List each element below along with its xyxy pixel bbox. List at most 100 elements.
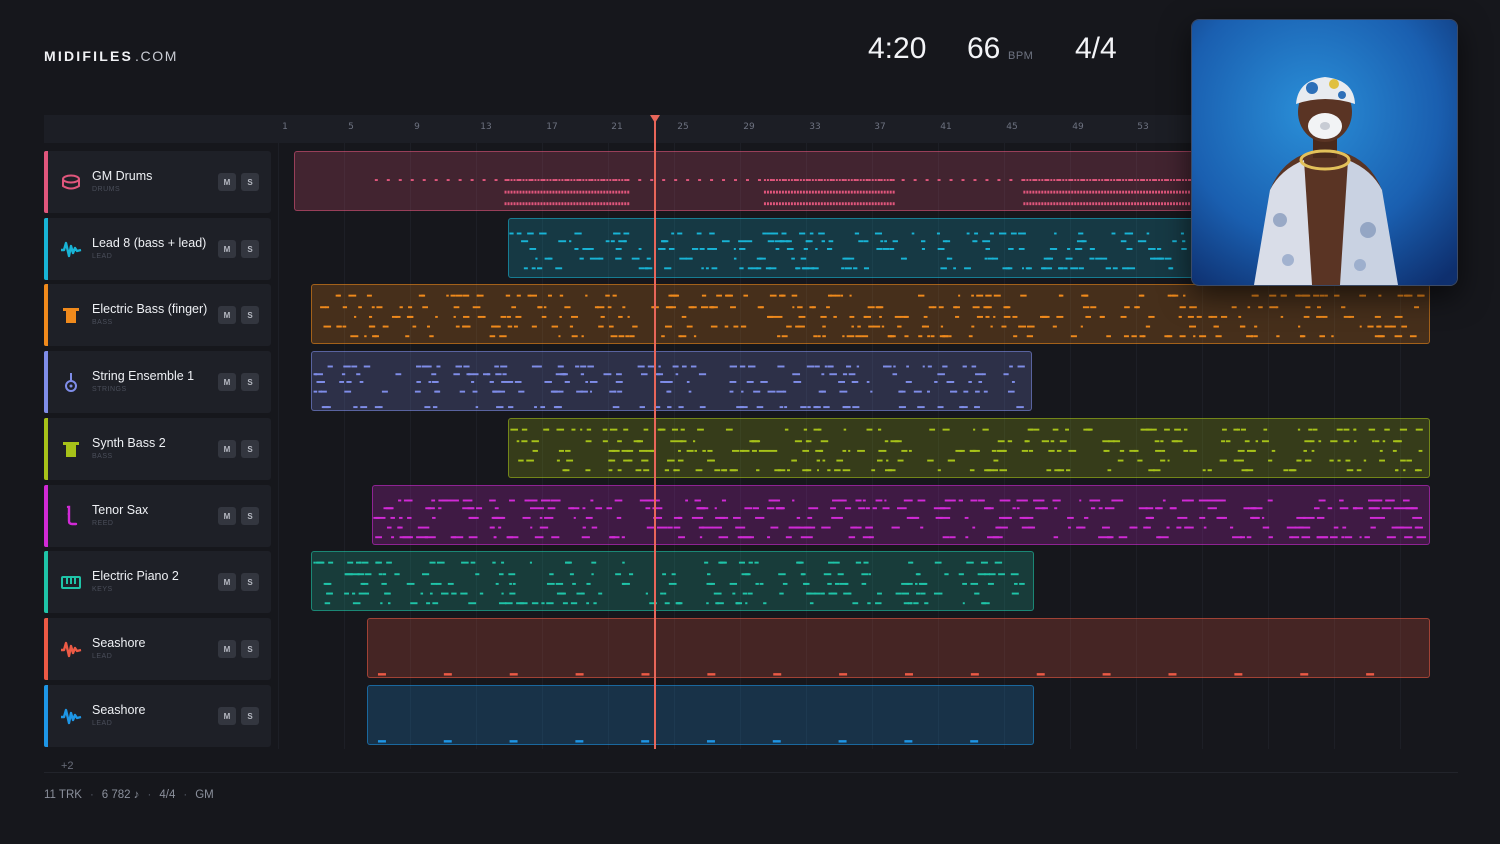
midi-clip[interactable]: [294, 151, 1194, 211]
brand-secondary: .COM: [135, 48, 178, 64]
track-category: STRINGS: [92, 386, 127, 393]
ruler-tick-label: 9: [414, 122, 420, 132]
mute-button[interactable]: M: [218, 507, 236, 525]
track-name: String Ensemble 1: [92, 369, 195, 383]
ruler-tick-label: 37: [874, 122, 886, 132]
brand-logo: MIDIFILES .COM: [44, 48, 178, 64]
track-name: Electric Piano 2: [92, 569, 179, 583]
solo-button[interactable]: S: [241, 306, 259, 324]
waveform-icon: [60, 638, 82, 660]
bass-icon: [60, 304, 82, 326]
separator: ·: [89, 789, 94, 801]
ruler-tick-label: 45: [1006, 122, 1018, 132]
mute-button[interactable]: M: [218, 240, 236, 258]
track-name: Electric Bass (finger): [92, 302, 208, 316]
track-header[interactable]: GM Drums DRUMS M S: [44, 151, 271, 213]
strings-icon: [60, 371, 82, 393]
ruler-tick-label: 33: [809, 122, 821, 132]
mute-button[interactable]: M: [218, 707, 236, 725]
drum-icon: [60, 171, 82, 193]
track-color-bar: [44, 284, 48, 346]
track-color-bar: [44, 218, 48, 280]
track-name: Synth Bass 2: [92, 436, 166, 450]
brand-primary: MIDIFILES: [44, 48, 134, 64]
ruler-tick-label: 17: [546, 122, 558, 132]
solo-button[interactable]: S: [241, 573, 259, 591]
note-count: 6 782 ♪: [101, 789, 140, 801]
ruler-tick-label: 49: [1072, 122, 1084, 132]
divider: [44, 772, 1458, 773]
playhead[interactable]: [654, 120, 656, 749]
ruler-tick-label: 53: [1137, 122, 1149, 132]
track-category: BASS: [92, 453, 113, 460]
solo-button[interactable]: S: [241, 173, 259, 191]
footer-time-signature: 4/4: [159, 789, 176, 801]
track-color-bar: [44, 351, 48, 413]
solo-button[interactable]: S: [241, 507, 259, 525]
separator: ·: [183, 789, 188, 801]
album-cover-art: [1191, 19, 1458, 286]
track-category: LEAD: [92, 253, 113, 260]
solo-button[interactable]: S: [241, 707, 259, 725]
duration-readout: 4:20: [868, 32, 927, 65]
ruler-tick-label: 21: [611, 122, 623, 132]
midi-clip[interactable]: [311, 551, 1034, 611]
track-category: LEAD: [92, 720, 113, 727]
track-category: KEYS: [92, 586, 113, 593]
solo-button[interactable]: S: [241, 240, 259, 258]
track-color-bar: [44, 485, 48, 547]
mute-button[interactable]: M: [218, 440, 236, 458]
track-category: BASS: [92, 319, 113, 326]
separator: ·: [147, 789, 152, 801]
ruler-tick-label: 5: [348, 122, 354, 132]
mute-button[interactable]: M: [218, 173, 236, 191]
mute-button[interactable]: M: [218, 640, 236, 658]
more-tracks-indicator[interactable]: +2: [61, 760, 74, 772]
track-category: LEAD: [92, 653, 113, 660]
track-category: REED: [92, 520, 114, 527]
tempo-readout: 66: [967, 32, 1001, 65]
mute-button[interactable]: M: [218, 373, 236, 391]
midi-clip[interactable]: [508, 418, 1430, 478]
grid-line: [278, 143, 279, 749]
track-header[interactable]: Electric Bass (finger) BASS M S: [44, 284, 271, 346]
keyboard-icon: [60, 571, 82, 593]
midi-clip[interactable]: [367, 618, 1430, 678]
track-header[interactable]: Lead 8 (bass + lead) LEAD M S: [44, 218, 271, 280]
mute-button[interactable]: M: [218, 573, 236, 591]
track-name: Tenor Sax: [92, 503, 149, 517]
mute-button[interactable]: M: [218, 306, 236, 324]
midi-clip[interactable]: [508, 218, 1194, 278]
ruler-tick-label: 29: [743, 122, 755, 132]
track-name: Lead 8 (bass + lead): [92, 236, 207, 250]
waveform-icon: [60, 238, 82, 260]
track-name: Seashore: [92, 703, 146, 717]
sax-icon: [60, 505, 82, 527]
ruler-tick-label: 13: [480, 122, 492, 132]
track-color-bar: [44, 151, 48, 213]
midi-clip[interactable]: [367, 685, 1034, 745]
track-color-bar: [44, 685, 48, 747]
track-header[interactable]: Synth Bass 2 BASS M S: [44, 418, 271, 480]
track-header[interactable]: Electric Piano 2 KEYS M S: [44, 551, 271, 613]
bass-icon: [60, 438, 82, 460]
grid-line: [344, 143, 345, 749]
track-category: DRUMS: [92, 186, 121, 193]
ruler-tick-label: 25: [677, 122, 689, 132]
time-signature-readout: 4/4: [1075, 32, 1117, 65]
midi-clip[interactable]: [311, 284, 1430, 344]
solo-button[interactable]: S: [241, 440, 259, 458]
midi-clip[interactable]: [372, 485, 1430, 545]
track-color-bar: [44, 418, 48, 480]
track-color-bar: [44, 618, 48, 680]
midi-clip[interactable]: [311, 351, 1032, 411]
waveform-icon: [60, 705, 82, 727]
track-header[interactable]: Seashore LEAD M S: [44, 618, 271, 680]
solo-button[interactable]: S: [241, 640, 259, 658]
track-header[interactable]: Seashore LEAD M S: [44, 685, 271, 747]
footer-summary: 11 TRK · 6 782 ♪ · 4/4 · GM: [44, 789, 214, 801]
track-header[interactable]: Tenor Sax REED M S: [44, 485, 271, 547]
tempo-unit-label: BPM: [1008, 50, 1034, 62]
track-header[interactable]: String Ensemble 1 STRINGS M S: [44, 351, 271, 413]
solo-button[interactable]: S: [241, 373, 259, 391]
